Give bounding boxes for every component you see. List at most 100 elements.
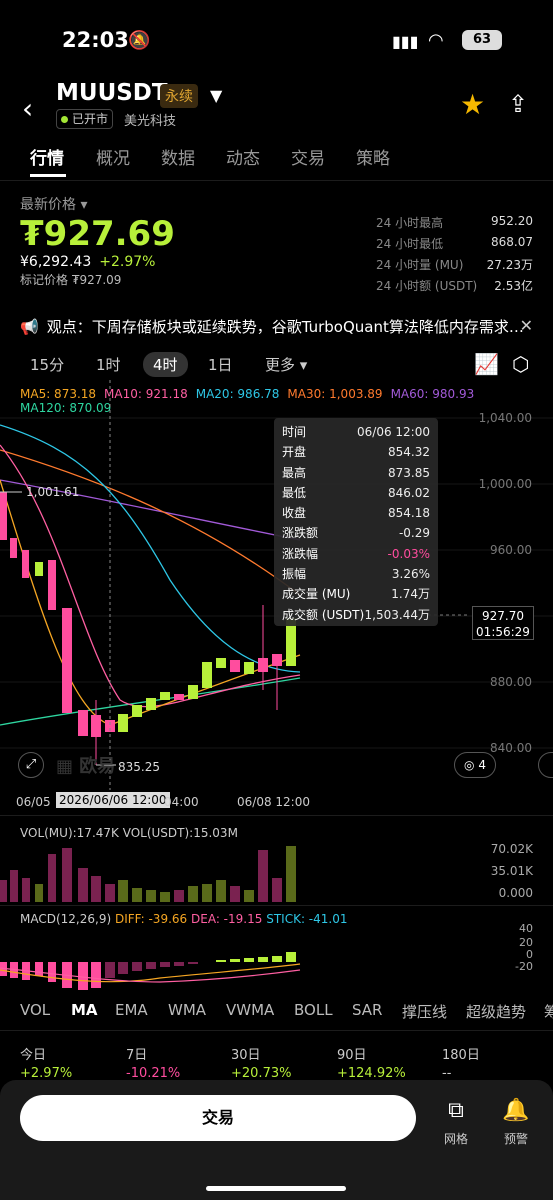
tab-indicator [30,174,66,177]
watermark-logo: ▦ 欧易 [56,756,116,777]
tooltip-row: 涨跌幅 -0.03% [282,544,430,564]
indicator-chart-icon[interactable]: 📈 [474,352,499,376]
volume-bar [160,892,170,902]
tooltip-value: 1,503.44万 [364,607,430,622]
candle [22,550,29,578]
volume-bar [202,884,212,902]
candle [118,714,128,732]
volume-bar [22,878,30,902]
tooltip-key: 涨跌幅 [282,546,319,561]
period-value: +124.92% [337,1066,406,1081]
divider [0,905,553,906]
current-price-tag[interactable]: 927.70 01:56:29 [472,606,534,640]
period-value: +20.73% [231,1066,292,1081]
interval-1d[interactable]: 1日 [208,354,233,375]
last-price-label[interactable]: 最新价格 ▾ [20,194,87,214]
ind-support[interactable]: 撑压线 [402,1001,447,1022]
macd-bar [258,957,268,962]
tab-trade[interactable]: 交易 [291,144,325,169]
company-name: 美光科技 [124,114,177,129]
ma5-line [0,479,301,726]
candle [258,658,268,672]
tooltip-row: 涨跌额 -0.29 [282,523,430,543]
perpetual-badge: 永续 [160,84,198,108]
ind-ma[interactable]: MA [71,1001,98,1019]
interval-15m[interactable]: 15分 [30,354,64,375]
x-axis-label: 06/05 [16,795,51,809]
chevron-down-icon[interactable]: ▼ [210,86,222,105]
ind-sar[interactable]: SAR [352,1001,382,1019]
macd-axis-label: 40 [519,922,533,935]
tab-strategy[interactable]: 策略 [356,144,390,169]
symbol-title[interactable]: MUUSDT [56,80,168,106]
candle [272,654,282,666]
period-label: 7日 [126,1048,148,1063]
interval-4h[interactable]: 4时 [143,352,188,377]
tooltip-key: 收盘 [282,506,307,521]
candle [10,538,17,558]
tooltip-value: -0.29 [398,526,430,541]
ind-wma[interactable]: WMA [168,1001,206,1019]
macd-axis-label: -20 [515,960,533,973]
alert-label[interactable]: 预警 [496,1130,536,1147]
divider [0,180,553,181]
ind-supertrend[interactable]: 超级趋势 [466,1001,526,1022]
draw-tool-button[interactable]: ◎ 4 [454,752,496,778]
status-bar: 22:03 🔕 ▮▮▮ ◠ 63 [0,0,553,80]
price-axis-label: 1,040.00 [479,411,532,425]
stat-label: 24 小时最高 [376,216,444,230]
news-ticker[interactable]: 📢 观点：下周存储板块或延续跌势，谷歌TurboQuant算法降低内存需求… [20,316,533,337]
stat-value: 952.20 [491,214,533,228]
fullscreen-icon[interactable]: ⤢ [18,752,44,778]
ind-boll[interactable]: BOLL [294,1001,333,1019]
alert-bell-icon[interactable]: 🔔 [496,1098,536,1123]
macd-bar [216,960,226,962]
trade-button[interactable]: 交易 [20,1095,416,1141]
mark-price: 标记价格 ₮927.09 [20,273,122,287]
tooltip-key: 成交量 (MU) [282,587,351,602]
volume-bar [118,880,128,902]
stat-value: 27.23万 [486,258,533,272]
tooltip-row: 振幅 3.26% [282,564,430,584]
wifi-icon: ◠ [428,30,444,51]
macd-bar [160,962,170,967]
share-icon[interactable]: ⇪ [508,90,528,118]
status-dot-icon [61,116,68,123]
tab-market[interactable]: 行情 [30,144,64,169]
ind-vwma[interactable]: VWMA [226,1001,274,1019]
tooltip-row: 成交额 (USDT) 1,503.44万 [282,605,430,625]
ind-vol[interactable]: VOL [20,1001,50,1019]
tooltip-key: 开盘 [282,445,307,460]
close-icon[interactable]: ✕ [520,316,533,335]
price-axis-label: 960.00 [490,543,532,557]
period-label: 90日 [337,1048,367,1063]
news-text: 观点：下周存储板块或延续跌势，谷歌TurboQuant算法降低内存需求… [46,318,524,336]
macd-bar [105,962,115,978]
volume-bar [48,854,56,902]
volume-legend: VOL(MU):17.47K VOL(USDT):15.03M [20,826,238,840]
low-marker: 835.25 [118,760,160,774]
x-axis-selected: 2026/06/06 12:00 [56,792,170,808]
macd-bars [0,952,296,990]
ind-ema[interactable]: EMA [115,1001,148,1019]
tooltip-row: 开盘 854.32 [282,442,430,462]
tab-overview[interactable]: 概况 [96,144,130,169]
tab-feed[interactable]: 动态 [226,144,260,169]
ind-chips[interactable]: 筹 [544,1001,553,1022]
tab-data[interactable]: 数据 [161,144,195,169]
star-icon[interactable]: ★ [460,88,485,121]
interval-more[interactable]: 更多 ▾ [265,354,307,375]
macd-bar [146,962,156,969]
tooltip-key: 时间 [282,425,307,439]
macd-dea: DEA: -19.15 [191,912,263,926]
candle [160,692,170,700]
grid-bot-icon[interactable]: ⧉ [436,1098,476,1123]
back-icon[interactable]: ‹ [22,92,33,125]
interval-1h[interactable]: 1时 [96,354,121,375]
macd-bar [286,952,296,962]
grid-label[interactable]: 网格 [436,1130,476,1147]
macd-bar [48,962,56,982]
tooltip-row: 成交量 (MU) 1.74万 [282,584,430,604]
settings-hex-icon[interactable]: ⬡ [512,352,529,376]
x-axis-label: 06/08 12:00 [237,795,310,809]
